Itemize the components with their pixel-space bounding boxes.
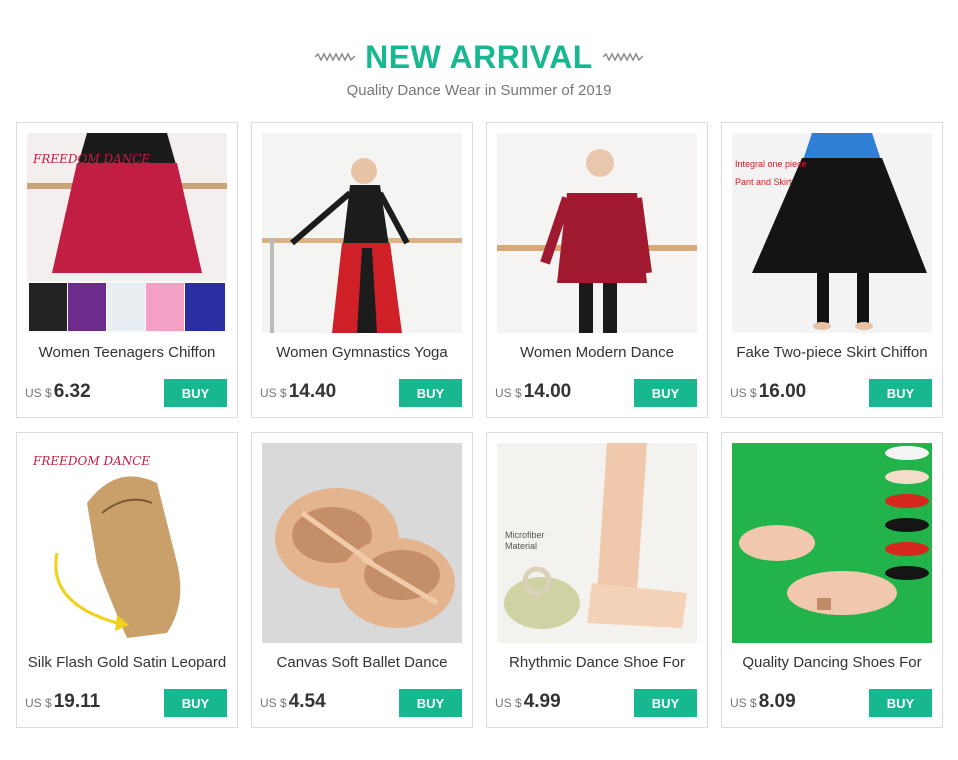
product-image[interactable]: Microfiber Material <box>497 443 697 643</box>
product-name[interactable]: Canvas Soft Ballet Dance <box>256 654 468 671</box>
product-card[interactable]: Integral one piece Pant and Skirt Fake T… <box>721 122 943 418</box>
product-price: US $ 14.40 <box>260 381 336 403</box>
image-caption-line2: Material <box>505 541 537 551</box>
product-grid: FREEDOM DANCE Women Teenagers Chiffon US… <box>16 122 944 730</box>
image-caption-line1: Microfiber <box>505 530 545 540</box>
product-name[interactable]: Rhythmic Dance Shoe For <box>491 654 703 671</box>
buy-button[interactable]: BUY <box>164 689 227 717</box>
product-price: US $ 16.00 <box>730 381 806 403</box>
brand-watermark: FREEDOM DANCE <box>32 454 150 468</box>
product-price: US $ 19.11 <box>25 691 100 713</box>
product-card[interactable]: Women Gymnastics Yoga US $ 14.40 BUY <box>251 122 473 418</box>
title-row: NEW ARRIVAL <box>0 36 958 78</box>
product-image[interactable]: Integral one piece Pant and Skirt <box>732 133 932 333</box>
product-name[interactable]: Women Gymnastics Yoga <box>256 344 468 361</box>
buy-button[interactable]: BUY <box>399 379 462 407</box>
price-value: 16.00 <box>758 381 807 402</box>
product-image[interactable]: FREEDOM DANCE <box>27 133 227 333</box>
price-value: 4.99 <box>523 691 561 712</box>
product-card[interactable]: FREEDOM DANCE Women Teenagers Chiffon US… <box>16 122 238 418</box>
price-value: 14.00 <box>523 381 572 402</box>
product-image[interactable] <box>262 443 462 643</box>
product-image[interactable] <box>497 133 697 333</box>
price-currency: US $ <box>730 386 757 400</box>
price-currency: US $ <box>730 696 757 710</box>
brand-watermark: FREEDOM DANCE <box>32 152 150 166</box>
price-currency: US $ <box>25 386 52 400</box>
section-header: NEW ARRIVAL Quality Dance Wear in Summer… <box>0 36 958 99</box>
price-value: 8.09 <box>758 691 796 712</box>
buy-button[interactable]: BUY <box>164 379 227 407</box>
buy-button[interactable]: BUY <box>869 689 932 717</box>
product-card[interactable]: FREEDOM DANCE Silk Flash Gold Satin Leop… <box>16 432 238 728</box>
image-caption-line2: Pant and Skirt <box>735 177 792 187</box>
price-currency: US $ <box>495 696 522 710</box>
product-image[interactable]: FREEDOM DANCE <box>27 443 227 643</box>
product-price: US $ 4.54 <box>260 691 326 713</box>
price-value: 19.11 <box>53 691 101 712</box>
buy-button[interactable]: BUY <box>869 379 932 407</box>
product-name[interactable]: Quality Dancing Shoes For <box>726 654 938 671</box>
buy-button[interactable]: BUY <box>399 689 462 717</box>
buy-button[interactable]: BUY <box>634 379 697 407</box>
product-name[interactable]: Women Teenagers Chiffon <box>21 344 233 361</box>
price-currency: US $ <box>25 696 52 710</box>
product-price: US $ 14.00 <box>495 381 571 403</box>
page-subtitle: Quality Dance Wear in Summer of 2019 <box>346 82 612 99</box>
buy-button[interactable]: BUY <box>634 689 697 717</box>
wave-ornament-left-icon <box>315 52 356 62</box>
product-price: US $ 8.09 <box>730 691 796 713</box>
product-name[interactable]: Women Modern Dance <box>491 344 703 361</box>
price-value: 6.32 <box>53 381 91 402</box>
product-price: US $ 4.99 <box>495 691 561 713</box>
price-currency: US $ <box>260 386 287 400</box>
price-currency: US $ <box>495 386 522 400</box>
price-value: 14.40 <box>288 381 337 402</box>
product-card[interactable]: Women Modern Dance US $ 14.00 BUY <box>486 122 708 418</box>
product-card[interactable]: Quality Dancing Shoes For US $ 8.09 BUY <box>721 432 943 728</box>
product-card[interactable]: Microfiber Material Rhythmic Dance Shoe … <box>486 432 708 728</box>
price-currency: US $ <box>260 696 287 710</box>
product-image[interactable] <box>262 133 462 333</box>
product-image[interactable] <box>732 443 932 643</box>
product-price: US $ 6.32 <box>25 381 91 403</box>
image-caption-line1: Integral one piece <box>735 159 807 169</box>
product-name[interactable]: Fake Two-piece Skirt Chiffon <box>726 344 938 361</box>
price-value: 4.54 <box>288 691 326 712</box>
product-name[interactable]: Silk Flash Gold Satin Leopard <box>21 654 233 671</box>
product-card[interactable]: Canvas Soft Ballet Dance US $ 4.54 BUY <box>251 432 473 728</box>
page-title: NEW ARRIVAL <box>365 38 593 75</box>
wave-ornament-right-icon <box>602 52 643 62</box>
